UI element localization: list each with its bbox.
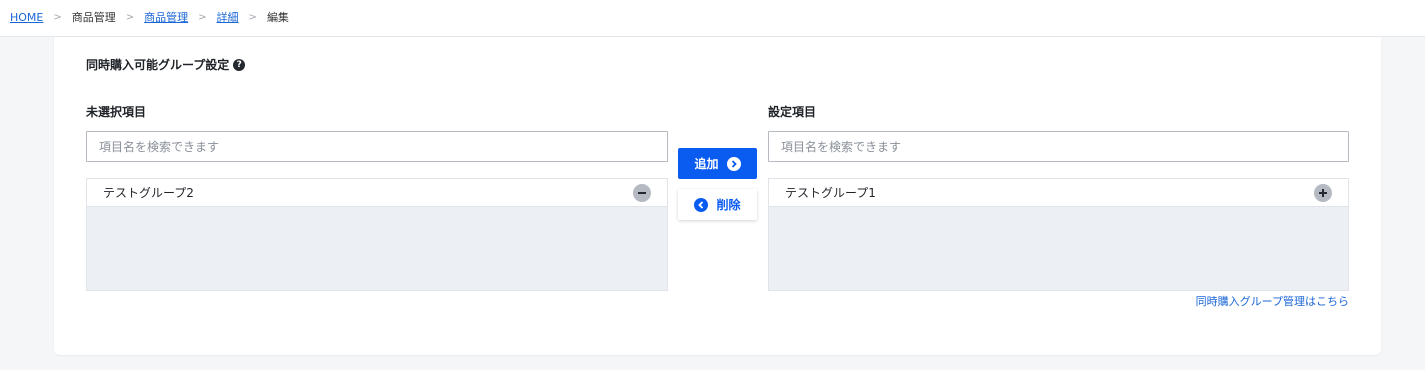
breadcrumb: HOME > 商品管理 > 商品管理 > 詳細 > 編集 bbox=[10, 11, 289, 25]
list-item-label: テストグループ2 bbox=[103, 186, 194, 200]
breadcrumb-product-management-link[interactable]: 商品管理 bbox=[144, 11, 188, 25]
selected-items-list: テストグループ1 bbox=[768, 178, 1349, 291]
breadcrumb-separator: > bbox=[248, 12, 257, 23]
unselected-items-label: 未選択項目 bbox=[86, 105, 147, 119]
breadcrumb-product-management: 商品管理 bbox=[71, 11, 116, 24]
add-button-label: 追加 bbox=[694, 157, 719, 171]
add-button[interactable]: 追加 bbox=[678, 148, 757, 179]
remove-button-label: 削除 bbox=[716, 198, 741, 212]
chevron-left-circle-icon bbox=[694, 197, 709, 212]
section-header: 同時購入可能グループ設定 ? bbox=[86, 56, 246, 73]
list-item[interactable]: テストグループ2 bbox=[87, 178, 667, 207]
section-title: 同時購入可能グループ設定 bbox=[86, 58, 230, 72]
plus-circle-icon[interactable] bbox=[1314, 183, 1332, 202]
breadcrumb-home-link[interactable]: HOME bbox=[10, 11, 43, 25]
chevron-right-circle-icon bbox=[726, 156, 741, 171]
breadcrumb-separator: > bbox=[198, 12, 207, 23]
breadcrumb-separator: > bbox=[125, 12, 135, 23]
unselected-items-list: テストグループ2 bbox=[86, 178, 668, 291]
breadcrumb-detail-link[interactable]: 詳細 bbox=[217, 11, 239, 25]
list-item[interactable]: テストグループ1 bbox=[769, 178, 1348, 207]
list-item-label: テストグループ1 bbox=[785, 186, 876, 200]
remove-button[interactable]: 削除 bbox=[678, 189, 757, 220]
breadcrumb-current-edit: 編集 bbox=[266, 11, 289, 24]
question-circle-icon[interactable]: ? bbox=[233, 58, 246, 71]
group-management-link[interactable]: 同時購入グループ管理はこちら bbox=[1196, 293, 1349, 309]
selected-items-label: 設定項目 bbox=[768, 105, 817, 119]
breadcrumb-separator: > bbox=[53, 12, 62, 23]
top-bar: HOME > 商品管理 > 商品管理 > 詳細 > 編集 bbox=[0, 0, 1425, 37]
settings-card: 同時購入可能グループ設定 ? 未選択項目 テストグループ2 追加 削除 設定項目… bbox=[54, 37, 1381, 355]
unselected-search-input[interactable] bbox=[86, 131, 668, 162]
selected-search-input[interactable] bbox=[768, 131, 1349, 162]
minus-circle-icon[interactable] bbox=[633, 183, 651, 202]
